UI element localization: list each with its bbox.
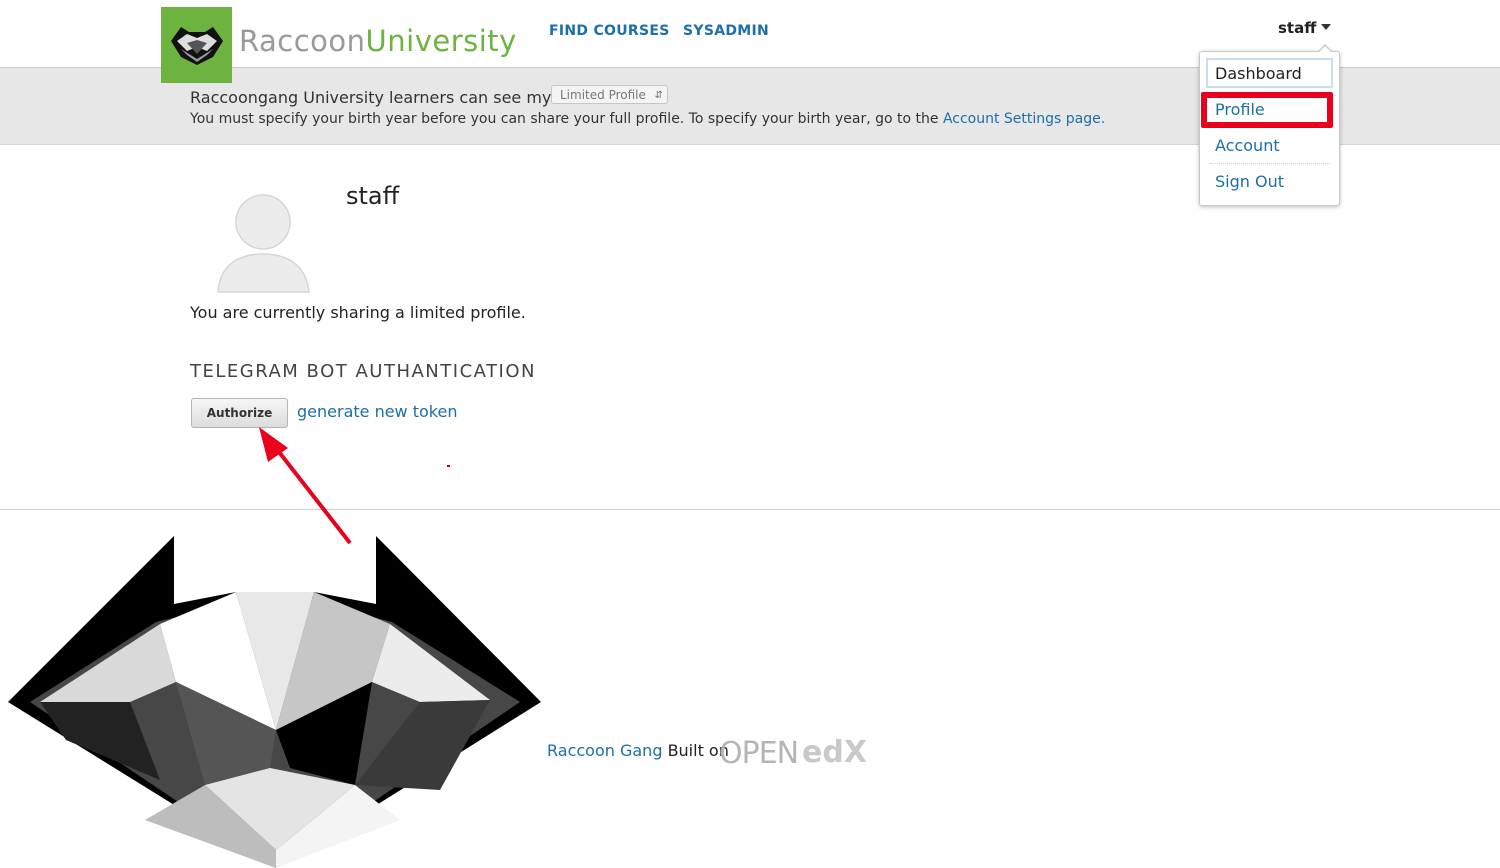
authorize-button[interactable]: Authorize — [191, 398, 288, 428]
footer-credit: Raccoon Gang Built on — [547, 741, 729, 760]
raccoon-gang-logo-icon — [8, 536, 541, 868]
svg-text:edX: edX — [802, 735, 867, 768]
site-logo[interactable] — [161, 7, 232, 83]
openedx-logo-icon[interactable]: OPEN edX — [719, 732, 869, 768]
generate-token-link[interactable]: generate new token — [297, 402, 457, 421]
profile-username: staff — [346, 182, 400, 210]
dropdown-pointer-inner — [1319, 46, 1331, 52]
nav-sysadmin[interactable]: SYSADMIN — [683, 23, 769, 39]
limited-profile-message: You are currently sharing a limited prof… — [190, 303, 526, 322]
menu-item-account[interactable]: Account — [1215, 136, 1280, 155]
stray-mark — [447, 465, 450, 467]
select-updown-icon: ⇵ — [654, 90, 663, 101]
menu-divider — [1210, 163, 1330, 164]
raccoon-logo-icon — [171, 27, 223, 65]
privacy-note-text: You must specify your birth year before … — [190, 111, 939, 127]
avatar — [217, 194, 310, 293]
privacy-label: Raccoongang University learners can see … — [190, 88, 556, 107]
telegram-section-title: TELEGRAM BOT AUTHANTICATION — [190, 361, 536, 382]
svg-text:OPEN: OPEN — [719, 736, 798, 768]
footer-divider — [0, 509, 1500, 510]
account-settings-link[interactable]: Account Settings page. — [943, 111, 1105, 127]
logo-text-university: University — [365, 24, 517, 58]
menu-item-sign-out[interactable]: Sign Out — [1215, 172, 1284, 191]
privacy-select[interactable]: Limited Profile ⇵ — [551, 85, 668, 104]
raccoon-gang-link[interactable]: Raccoon Gang — [547, 741, 662, 760]
user-menu-toggle[interactable]: staff — [1278, 19, 1316, 37]
chevron-down-icon[interactable] — [1321, 24, 1331, 30]
menu-item-dashboard[interactable]: Dashboard — [1215, 64, 1302, 83]
privacy-note: You must specify your birth year before … — [190, 111, 1105, 127]
logo-text-raccoon: Raccoon — [239, 24, 366, 58]
privacy-select-value: Limited Profile — [560, 88, 646, 102]
menu-item-profile[interactable]: Profile — [1215, 100, 1265, 119]
nav-find-courses[interactable]: FIND COURSES — [549, 23, 670, 39]
site-logo-text: RaccoonUniversity — [239, 24, 517, 58]
